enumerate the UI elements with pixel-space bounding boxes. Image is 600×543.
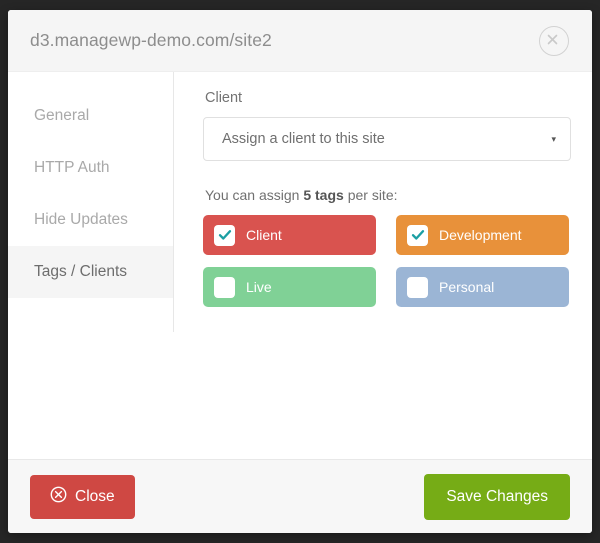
modal-header: d3.managewp-demo.com/site2 (8, 10, 592, 72)
chevron-down-icon: ▾ (551, 133, 556, 144)
tag-label: Client (246, 227, 282, 243)
tag-grid: Client Development Live Personal (203, 215, 571, 307)
client-select[interactable]: Assign a client to this site ▾ (203, 117, 571, 161)
tag-item-client[interactable]: Client (203, 215, 376, 255)
tags-clients-panel: Client Assign a client to this site ▾ Yo… (174, 72, 592, 459)
tag-checkbox-development[interactable] (407, 224, 428, 246)
circle-x-icon (50, 486, 67, 508)
tag-label: Personal (439, 279, 495, 295)
close-button-label: Close (75, 487, 115, 505)
sidebar-item-label: Hide Updates (34, 211, 128, 228)
close-button[interactable]: Close (30, 474, 135, 519)
tag-label: Live (246, 279, 272, 295)
sidebar-item-label: General (34, 107, 90, 124)
tag-checkbox-personal[interactable] (407, 276, 428, 298)
sidebar-item-label: Tags / Clients (34, 263, 128, 280)
settings-sidebar: General HTTP Auth Hide Updates Tags / Cl… (8, 72, 173, 459)
tag-item-personal[interactable]: Personal (396, 267, 569, 307)
tag-checkbox-live[interactable] (214, 276, 235, 298)
tags-note-prefix: You can assign (205, 187, 304, 203)
sidebar-item-label: HTTP Auth (34, 159, 110, 176)
sidebar-item-http-auth[interactable]: HTTP Auth (8, 142, 173, 194)
tags-note-suffix: per site: (343, 187, 398, 203)
modal-overlay: d3.managewp-demo.com/site2 General HTTP … (0, 0, 600, 543)
client-select-value: Assign a client to this site (222, 131, 385, 147)
save-changes-button[interactable]: Save Changes (424, 473, 570, 520)
sidebar-item-general[interactable]: General (8, 90, 173, 142)
modal-footer: Close Save Changes (8, 459, 592, 533)
tag-label: Development (439, 227, 522, 243)
sidebar-item-tags-clients[interactable]: Tags / Clients (8, 246, 173, 298)
tags-note: You can assign 5 tags per site: (205, 187, 592, 203)
tags-note-count: 5 tags (303, 187, 344, 203)
close-icon[interactable] (539, 25, 569, 56)
modal-title: d3.managewp-demo.com/site2 (30, 30, 272, 50)
sidebar-item-hide-updates[interactable]: Hide Updates (8, 194, 173, 246)
site-settings-modal: d3.managewp-demo.com/site2 General HTTP … (8, 10, 592, 533)
tag-item-development[interactable]: Development (396, 215, 569, 255)
tag-checkbox-client[interactable] (214, 224, 235, 246)
client-label: Client (205, 90, 243, 106)
modal-body: General HTTP Auth Hide Updates Tags / Cl… (8, 72, 592, 459)
tag-item-live[interactable]: Live (203, 267, 376, 307)
